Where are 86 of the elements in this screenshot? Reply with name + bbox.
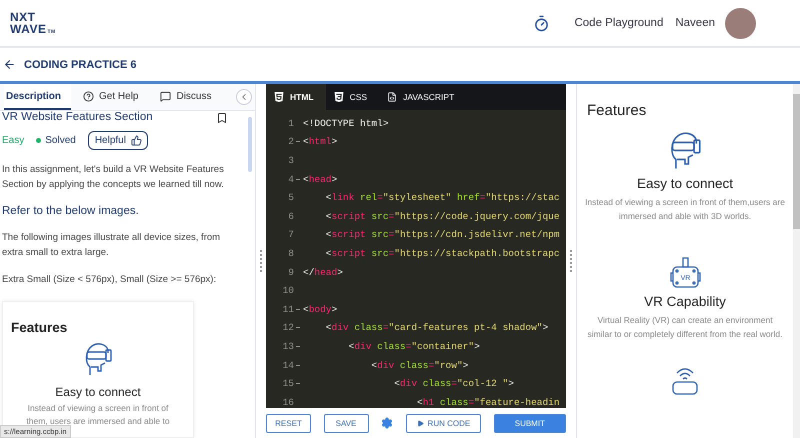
css3-icon [334, 92, 344, 102]
fold-marker-icon[interactable] [296, 327, 300, 328]
screenshot-feature-title: Easy to connect [55, 385, 141, 399]
panel-tab[interactable]: Discuss [158, 84, 222, 110]
line-number: 3 [287, 154, 294, 166]
code-line: <body> [302, 304, 338, 315]
line-number: 13 [282, 340, 294, 352]
difficulty-label: Easy [2, 135, 24, 146]
help-icon [83, 90, 94, 102]
html5-icon [274, 92, 284, 102]
code-line: <script src="https://stackpath.bootstrapc [324, 248, 560, 259]
code-line: <link rel="stylesheet" href="https://stac [324, 192, 560, 204]
paragraph: In this assignment, let's build a VR Website Features Section by applying the concepts we learned till now. [2, 163, 225, 192]
line-number: 7 [287, 229, 294, 240]
chat-icon [160, 90, 172, 102]
vr-headset-head-icon [83, 341, 113, 377]
back-arrow-icon[interactable] [3, 58, 16, 71]
panel-tab[interactable]: Description [4, 84, 72, 110]
preview-heading: Features [587, 102, 648, 120]
line-number: 4 [287, 174, 294, 185]
line-number: 5 [287, 192, 294, 204]
fold-marker-icon[interactable] [296, 141, 300, 142]
editor-button[interactable]: RESET [266, 414, 311, 432]
fold-marker-icon[interactable] [296, 178, 300, 180]
code-line: <div class="container"> [348, 340, 480, 352]
feature-title: VR Capability [644, 294, 726, 309]
screenshot-feature-text: Instead of viewing a screen in front of them, users are immersed and able to [25, 402, 171, 428]
editor-tab[interactable]: CSS [326, 84, 380, 110]
section-heading: Refer to the below images. [2, 204, 140, 218]
editor-tab[interactable]: HTML [266, 84, 326, 110]
code-line: <head> [302, 174, 338, 185]
helpful-button[interactable]: Helpful [88, 131, 148, 150]
vr-headset-head-icon [668, 130, 702, 171]
code-line: <div class="col-12 "> [393, 378, 514, 390]
scrollbar-thumb[interactable] [248, 117, 252, 172]
nav-link[interactable]: Code Playground [574, 17, 664, 29]
line-number: 9 [287, 266, 294, 278]
editor-button[interactable]: SAVE [324, 414, 369, 432]
line-number: 16 [282, 396, 294, 408]
editor-tab[interactable]: JAVASCRIPT [379, 84, 466, 110]
code-line: <script src="https://code.jquery.com/jque [324, 210, 560, 222]
user-name[interactable]: Naveen [675, 17, 715, 29]
status-dot-icon [36, 138, 42, 143]
code-line: </head> [302, 266, 343, 278]
collapse-button[interactable] [236, 89, 252, 105]
code-line: <!DOCTYPE html> [302, 118, 389, 129]
avatar[interactable] [725, 8, 756, 38]
code-line: <div class="card-features pt-4 shadow"> [324, 322, 548, 334]
play-icon [416, 420, 424, 426]
fold-marker-icon[interactable] [296, 346, 300, 347]
code-line: <div class="row"> [370, 360, 468, 371]
file-code-icon [387, 92, 398, 102]
run-code-button[interactable]: RUN CODE [406, 414, 482, 432]
line-number: 12 [282, 322, 294, 334]
feature-title: Easy to connect [636, 176, 734, 191]
code-line: <script src="https://cdn.jsdelivr.net/npm [324, 229, 560, 240]
fold-marker-icon[interactable] [296, 308, 300, 310]
panel-tab[interactable]: Get Help [81, 84, 148, 110]
fold-marker-icon[interactable] [296, 364, 300, 366]
feature-text: Instead of viewing a screen in front of them,users are immersed and able with 3D worlds. [585, 196, 785, 223]
line-number: 14 [282, 360, 294, 371]
scrollbar-thumb[interactable] [793, 94, 800, 229]
line-number: 15 [282, 378, 294, 390]
line-number: 11 [282, 304, 294, 315]
submit-button[interactable]: SUBMIT [494, 414, 566, 432]
code-line: <html> [302, 136, 338, 148]
problem-title: VR Website Features Section [2, 111, 153, 124]
line-number: 8 [287, 248, 294, 259]
stopwatch-icon[interactable] [533, 14, 550, 32]
resize-handle[interactable] [260, 250, 262, 272]
code-line: <h1 class="feature-headin [416, 396, 560, 408]
paragraph: The following images illustrate all device sizes, from extra small to extra large. [2, 231, 222, 260]
line-number: 6 [287, 210, 294, 222]
status-label: Solved [45, 135, 76, 146]
line-number: 2 [287, 136, 294, 148]
settings-button[interactable] [381, 417, 394, 429]
line-number: 10 [282, 285, 294, 296]
feature-text: Virtual Reality (VR) can create an environment similar to or completely different from the real world. [586, 314, 784, 341]
resize-handle[interactable] [570, 250, 572, 272]
thumbs-up-icon [130, 135, 142, 146]
page-title: CODING PRACTICE 6 [24, 58, 136, 70]
fold-marker-icon[interactable] [296, 383, 300, 384]
paragraph: Extra Small (Size < 576px), Small (Size >= 576px): [2, 273, 218, 287]
screenshot-heading: Features [11, 320, 68, 335]
line-number: 1 [287, 118, 294, 129]
bookmark-icon[interactable] [216, 112, 228, 124]
